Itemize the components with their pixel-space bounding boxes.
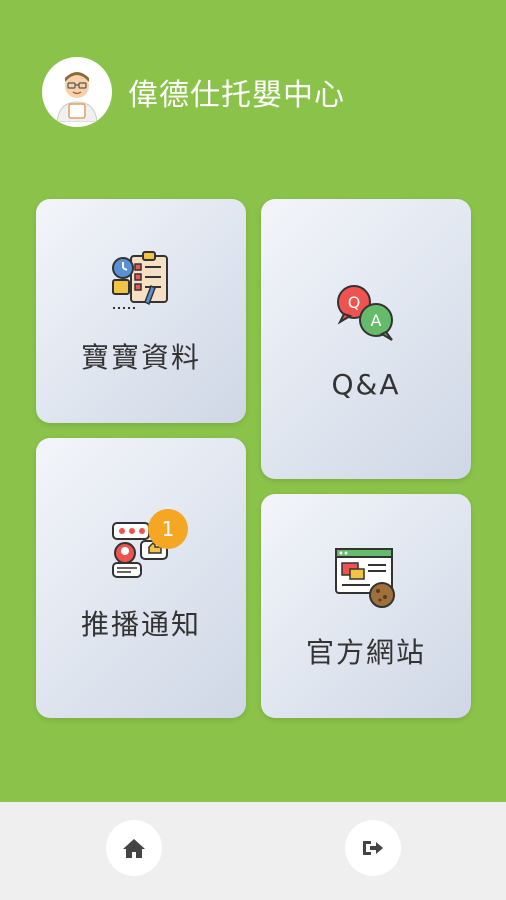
home-icon [123, 839, 145, 858]
qa-bubbles-icon: Q A [337, 284, 393, 341]
qa-card[interactable]: Q A Q&A [261, 199, 471, 479]
notification-count-badge: 1 [148, 509, 188, 549]
doctor-avatar-icon [49, 64, 105, 122]
app-screen: 偉德仕托嬰中心 寶寶資料 Q A Q&A 推播通知 1 官方網站 [0, 0, 506, 900]
logout-icon [363, 841, 383, 855]
center-title: 偉德仕托嬰中心 [128, 78, 345, 113]
push-notification-label: 推播通知 [80, 608, 201, 641]
svg-text:Q: Q [348, 293, 361, 312]
website-icon [335, 548, 395, 608]
qa-label: Q&A [331, 367, 401, 401]
baby-data-card[interactable]: 寶寶資料 [36, 199, 246, 423]
logout-button[interactable] [345, 820, 401, 876]
push-notification-card[interactable]: 推播通知 [36, 438, 246, 718]
baby-data-label: 寶寶資料 [80, 341, 201, 374]
home-button[interactable] [106, 820, 162, 876]
website-label: 官方網站 [305, 636, 426, 669]
website-card[interactable]: 官方網站 [261, 494, 471, 718]
header: 偉德仕托嬰中心 [42, 56, 345, 128]
avatar [42, 57, 112, 127]
baby-profile-icon [112, 251, 168, 309]
bottom-nav-bar [0, 802, 506, 900]
svg-text:A: A [371, 311, 382, 330]
